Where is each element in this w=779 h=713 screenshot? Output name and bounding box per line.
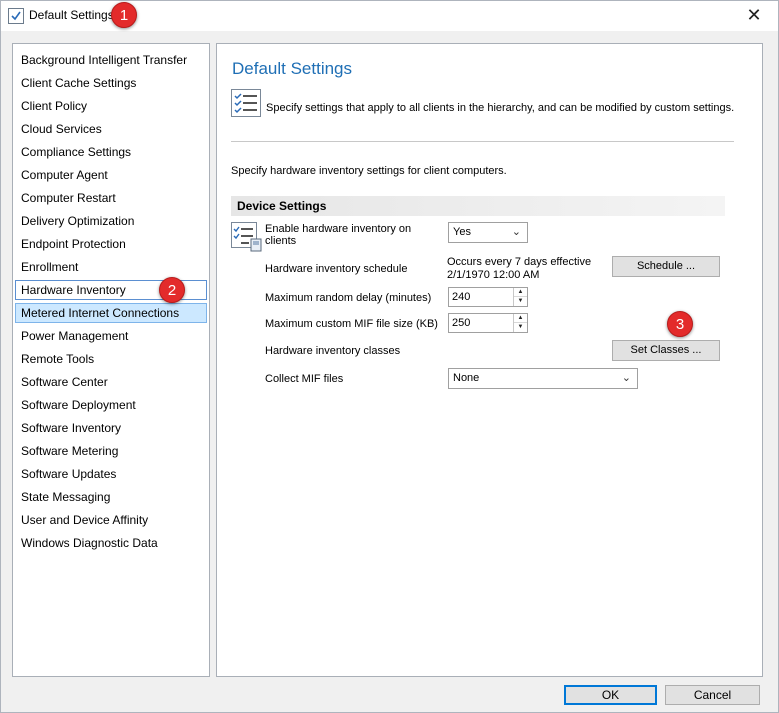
- settings-content-panel: Default Settings Specify settings that a…: [216, 43, 763, 677]
- nav-item-enrollment[interactable]: Enrollment: [15, 257, 207, 277]
- content-title: Default Settings: [232, 59, 353, 78]
- spin-up-icon[interactable]: ▲: [514, 288, 527, 297]
- hardware-inventory-classes-label: Hardware inventory classes: [265, 345, 401, 357]
- enable-label-line1: Enable hardware inventory on: [265, 223, 412, 235]
- nav-item-computer-agent[interactable]: Computer Agent: [15, 165, 207, 185]
- nav-item-software-metering[interactable]: Software Metering: [15, 441, 207, 461]
- callout-badge-3: 3: [667, 311, 693, 337]
- chevron-down-icon: ⌄: [511, 226, 521, 238]
- schedule-label: Hardware inventory schedule: [265, 263, 408, 275]
- collect-mif-files-label: Collect MIF files: [265, 373, 344, 385]
- cancel-button[interactable]: Cancel: [665, 685, 760, 705]
- collect-mif-value: None: [453, 372, 480, 384]
- device-settings-checklist-icon: [231, 222, 263, 252]
- checklist-icon: [231, 89, 261, 117]
- default-settings-dialog: Default Settings ✕ Background Intelligen…: [0, 0, 779, 713]
- nav-item-metered-internet-connections[interactable]: Metered Internet Connections: [15, 303, 207, 323]
- nav-item-software-center[interactable]: Software Center: [15, 372, 207, 392]
- enable-label-line2: clients: [265, 235, 297, 247]
- nav-item-power-management[interactable]: Power Management: [15, 326, 207, 346]
- settings-description: Specify settings that apply to all clien…: [266, 102, 735, 114]
- schedule-value-line1: Occurs every 7 days effective: [447, 256, 592, 268]
- enable-hardware-inventory-label: Enable hardware inventory on clients: [265, 223, 411, 247]
- hardware-inventory-description: Specify hardware inventory settings for …: [231, 165, 507, 177]
- schedule-value-line2: 2/1/1970 12:00 AM: [447, 269, 540, 281]
- schedule-value: Occurs every 7 days effective 2/1/1970 1…: [447, 256, 591, 282]
- nav-item-software-updates[interactable]: Software Updates: [15, 464, 207, 484]
- nav-item-state-messaging[interactable]: State Messaging: [15, 487, 207, 507]
- max-random-delay-value: 240: [452, 291, 471, 303]
- spin-up-icon[interactable]: ▲: [514, 314, 527, 323]
- nav-item-software-deployment[interactable]: Software Deployment: [15, 395, 207, 415]
- max-mif-size-value: 250: [452, 317, 471, 329]
- nav-item-cloud-services[interactable]: Cloud Services: [15, 119, 207, 139]
- max-random-delay-label: Maximum random delay (minutes): [265, 292, 432, 304]
- callout-badge-2: 2: [159, 277, 185, 303]
- window-title: Default Settings: [29, 8, 114, 22]
- nav-item-endpoint-protection[interactable]: Endpoint Protection: [15, 234, 207, 254]
- nav-item-compliance-settings[interactable]: Compliance Settings: [15, 142, 207, 162]
- enable-hardware-inventory-select[interactable]: Yes ⌄: [448, 222, 528, 243]
- settings-checklist-icon: [8, 8, 24, 24]
- nav-item-windows-diagnostic-data[interactable]: Windows Diagnostic Data: [15, 533, 207, 553]
- divider: [231, 141, 734, 142]
- max-random-delay-spinner[interactable]: 240 ▲ ▼: [448, 287, 528, 307]
- device-settings-header: Device Settings: [231, 196, 725, 216]
- nav-item-delivery-optimization[interactable]: Delivery Optimization: [15, 211, 207, 231]
- nav-item-remote-tools[interactable]: Remote Tools: [15, 349, 207, 369]
- spin-down-icon[interactable]: ▼: [514, 297, 527, 306]
- max-mif-size-label: Maximum custom MIF file size (KB): [265, 318, 438, 330]
- nav-item-computer-restart[interactable]: Computer Restart: [15, 188, 207, 208]
- settings-category-list: Background Intelligent Transfer Client C…: [12, 43, 210, 677]
- nav-item-software-inventory[interactable]: Software Inventory: [15, 418, 207, 438]
- schedule-button[interactable]: Schedule ...: [612, 256, 720, 277]
- spinner-buttons: ▲ ▼: [513, 314, 527, 332]
- spinner-buttons: ▲ ▼: [513, 288, 527, 306]
- nav-item-user-and-device-affinity[interactable]: User and Device Affinity: [15, 510, 207, 530]
- ok-button[interactable]: OK: [564, 685, 657, 705]
- enable-value: Yes: [453, 226, 471, 238]
- max-mif-size-spinner[interactable]: 250 ▲ ▼: [448, 313, 528, 333]
- close-button[interactable]: ✕: [744, 5, 764, 25]
- nav-item-client-policy[interactable]: Client Policy: [15, 96, 207, 116]
- callout-badge-1: 1: [111, 2, 137, 28]
- collect-mif-files-select[interactable]: None ⌄: [448, 368, 638, 389]
- spin-down-icon[interactable]: ▼: [514, 323, 527, 332]
- chevron-down-icon: ⌄: [621, 372, 631, 384]
- nav-item-client-cache-settings[interactable]: Client Cache Settings: [15, 73, 207, 93]
- nav-item-background-intelligent-transfer[interactable]: Background Intelligent Transfer: [15, 50, 207, 70]
- set-classes-button[interactable]: Set Classes ...: [612, 340, 720, 361]
